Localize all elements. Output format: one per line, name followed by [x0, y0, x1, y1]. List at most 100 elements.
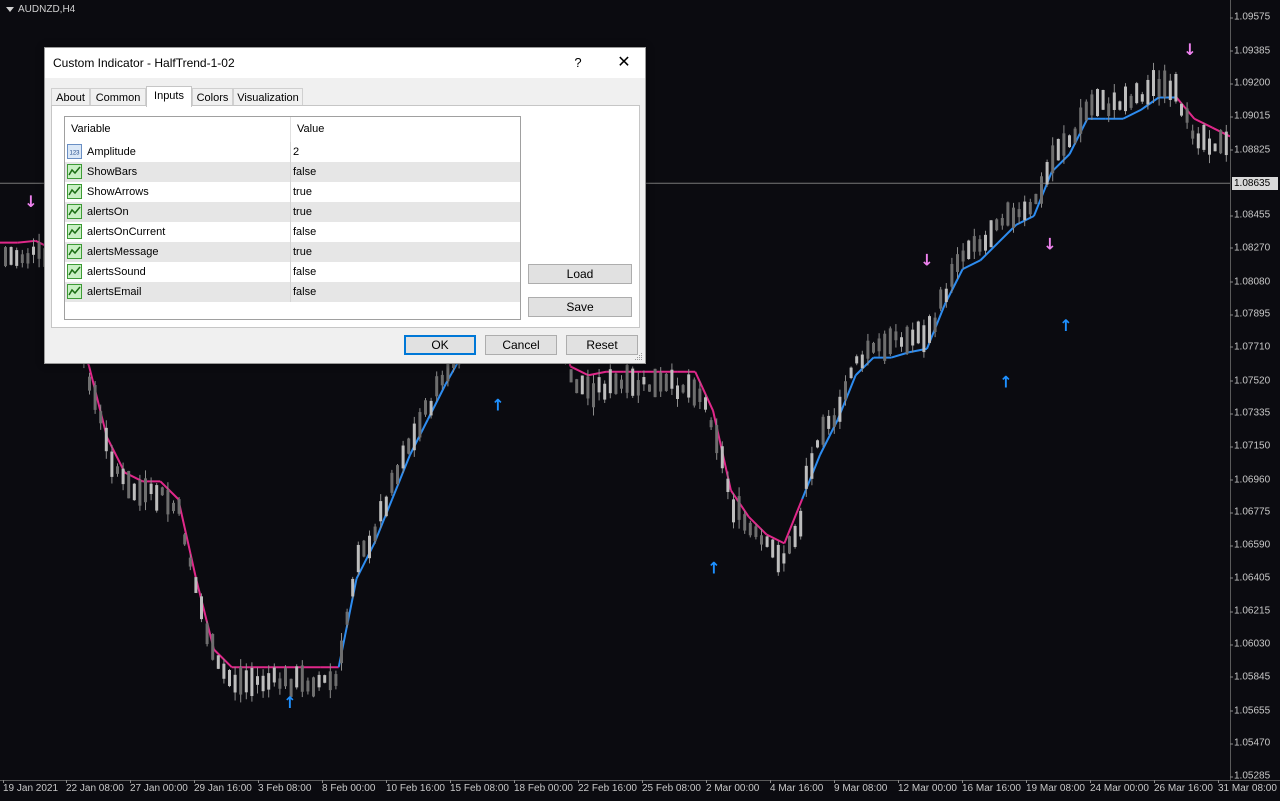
resize-grip-icon[interactable] — [635, 353, 643, 361]
candle-body — [950, 263, 954, 287]
candle-body — [250, 667, 254, 697]
price-axis[interactable]: 1.08635 1.09575 1.09385 1.09200 1.09015 1.08… — [1229, 0, 1280, 782]
candle-body — [1129, 95, 1133, 108]
input-variable-name: ShowArrows — [87, 186, 149, 198]
candle-body — [1124, 86, 1127, 112]
input-value[interactable]: false — [293, 286, 316, 298]
candle-body — [424, 400, 427, 415]
price-tick-label: 1.08455 — [1229, 209, 1271, 221]
candle-body — [1012, 207, 1015, 228]
input-row[interactable]: alertsMessage true — [65, 242, 520, 262]
input-row[interactable]: 123 Amplitude 2 — [65, 142, 520, 162]
input-value[interactable]: false — [293, 266, 316, 278]
candle-body — [944, 288, 948, 303]
candle-body — [127, 470, 131, 499]
input-row[interactable]: alertsSound false — [65, 262, 520, 282]
dialog-title: Custom Indicator - HalfTrend-1-02 — [53, 56, 235, 70]
candle-body — [1056, 138, 1060, 161]
halftrend-segment — [962, 259, 981, 271]
candle-body — [592, 383, 595, 408]
candle-body — [418, 412, 422, 438]
help-button[interactable]: ? — [567, 52, 589, 74]
candle-body — [1213, 143, 1217, 152]
buy-arrow-icon: ↑ — [283, 693, 296, 712]
reset-button[interactable]: Reset — [566, 335, 638, 355]
candle-body — [838, 396, 842, 422]
candle-body — [586, 376, 590, 399]
candle-body — [933, 317, 937, 333]
input-row[interactable]: ShowBars false — [65, 162, 520, 182]
dropdown-triangle-icon[interactable] — [6, 6, 14, 12]
halftrend-segment — [1068, 118, 1089, 155]
buy-arrow-icon: ↑ — [999, 373, 1012, 392]
candle-body — [239, 666, 243, 695]
candle-body — [1084, 101, 1088, 121]
candle-body — [149, 483, 153, 495]
time-axis[interactable]: 19 Jan 2021 22 Jan 08:00 27 Jan 00:00 29 Ja… — [0, 780, 1280, 801]
column-divider — [290, 262, 291, 282]
halftrend-segment — [88, 366, 108, 438]
sell-arrow-icon: ↓ — [24, 192, 37, 211]
input-value[interactable]: false — [293, 166, 316, 178]
tab-about[interactable]: About — [51, 88, 90, 106]
current-price-label: 1.08635 — [1232, 177, 1278, 190]
candle-body — [760, 535, 763, 545]
column-divider[interactable] — [290, 117, 291, 142]
halftrend-segment — [979, 241, 999, 261]
load-button[interactable]: Load — [528, 264, 632, 284]
inputs-grid[interactable]: Variable Value 123 Amplitude 2 ShowBars fals… — [64, 116, 521, 320]
ok-button[interactable]: OK — [404, 335, 476, 355]
candle-body — [1224, 131, 1228, 156]
candle-body — [939, 289, 943, 309]
candle-body — [216, 655, 220, 669]
column-divider — [290, 242, 291, 262]
candle-body — [956, 254, 959, 272]
input-row[interactable]: alertsOn true — [65, 202, 520, 222]
cancel-button[interactable]: Cancel — [485, 335, 557, 355]
candle-body — [575, 379, 579, 394]
candle-body — [1068, 135, 1071, 148]
candle-body — [362, 540, 366, 557]
custom-indicator-dialog: Custom Indicator - HalfTrend-1-02 ? ✕ Ab… — [44, 47, 646, 364]
price-tick-label: 1.06775 — [1229, 506, 1271, 518]
tab-colors[interactable]: Colors — [192, 88, 233, 106]
tab-visualization[interactable]: Visualization — [233, 88, 303, 106]
candle-body — [967, 240, 971, 260]
save-button[interactable]: Save — [528, 297, 632, 317]
dialog-title-bar[interactable]: Custom Indicator - HalfTrend-1-02 ? ✕ — [45, 48, 645, 78]
candle-body — [748, 522, 752, 536]
close-button[interactable]: ✕ — [611, 51, 637, 75]
candle-body — [894, 331, 898, 341]
candle-body — [726, 478, 730, 493]
candle-body — [681, 385, 685, 393]
input-value[interactable]: false — [293, 226, 316, 238]
bool-icon — [67, 164, 82, 179]
candle-body — [160, 487, 164, 496]
input-value[interactable]: true — [293, 186, 312, 198]
candle-body — [368, 535, 371, 559]
candle-body — [211, 634, 215, 660]
time-tick-label: 24 Mar 00:00 — [1090, 780, 1149, 794]
int-icon: 123 — [67, 144, 82, 159]
candle-body — [104, 427, 108, 452]
input-row[interactable]: ShowArrows true — [65, 182, 520, 202]
input-value[interactable]: true — [293, 246, 312, 258]
column-header-value[interactable]: Value — [297, 123, 324, 135]
input-row[interactable]: alertsEmail false — [65, 282, 520, 302]
tab-inputs[interactable]: Inputs — [146, 86, 192, 107]
halftrend-segment — [17, 239, 36, 244]
candle-body — [1118, 101, 1122, 110]
candle-body — [379, 501, 383, 522]
input-row[interactable]: alertsOnCurrent false — [65, 222, 520, 242]
tab-common[interactable]: Common — [90, 88, 146, 106]
column-header-variable[interactable]: Variable — [71, 123, 111, 135]
input-value[interactable]: true — [293, 206, 312, 218]
candle-body — [816, 440, 819, 448]
candle-body — [1168, 80, 1172, 101]
candle-body — [446, 363, 450, 382]
price-tick-label: 1.06590 — [1229, 539, 1271, 551]
candle-body — [922, 325, 926, 353]
candle-body — [440, 374, 444, 386]
candle-body — [390, 472, 394, 493]
input-value[interactable]: 2 — [293, 146, 299, 158]
